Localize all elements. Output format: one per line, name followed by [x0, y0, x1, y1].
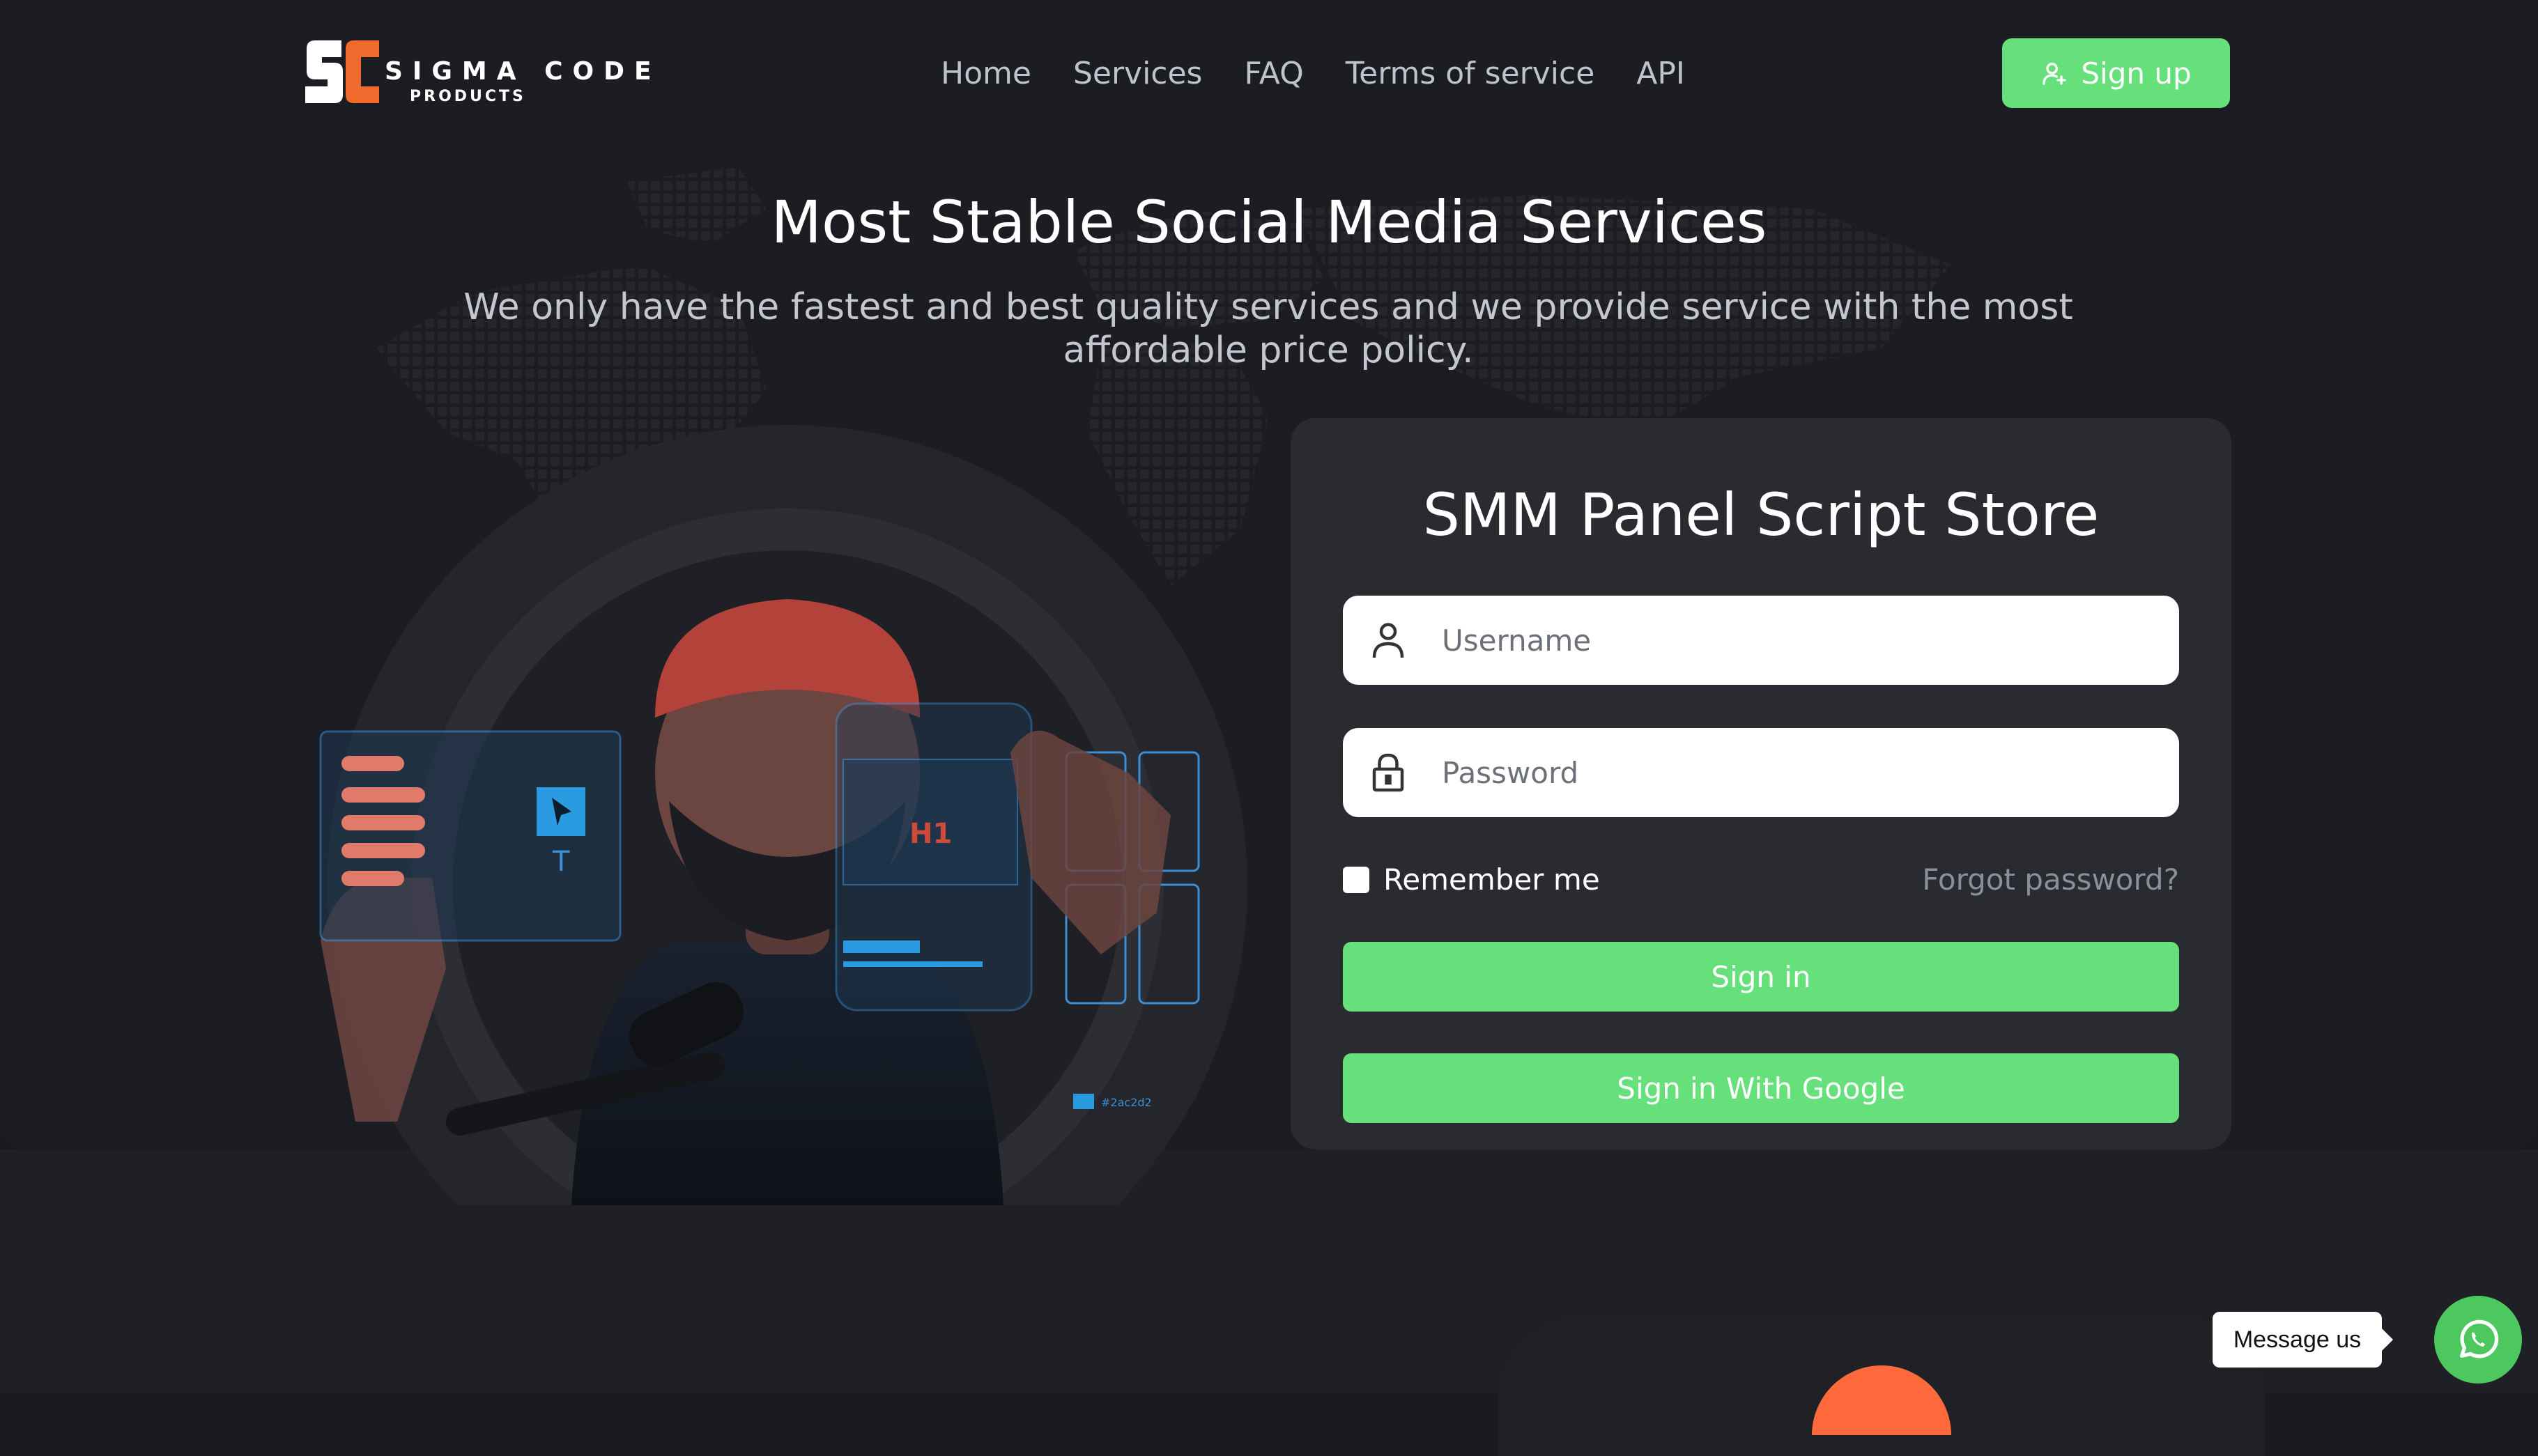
nav-services[interactable]: Services — [1073, 56, 1203, 91]
hero-title: Most Stable Social Media Services — [771, 188, 1767, 256]
remember-checkbox[interactable] — [1343, 866, 1369, 893]
user-icon — [1372, 623, 1404, 658]
logo-mark-icon — [305, 40, 379, 103]
whatsapp-icon — [2460, 1319, 2499, 1358]
login-card: SMM Panel Script Store Remember me Forgo… — [1291, 418, 2231, 1149]
message-us-label: Message us — [2233, 1326, 2362, 1353]
nav-api[interactable]: API — [1636, 56, 1685, 91]
nav-home[interactable]: Home — [941, 56, 1031, 91]
logo[interactable]: SIGMA CODE PRODUCTS — [300, 36, 652, 113]
main-nav: Home Services FAQ Terms of service API — [941, 49, 1685, 98]
site-header: SIGMA CODE PRODUCTS Home Services FAQ Te… — [0, 0, 2538, 146]
signup-button[interactable]: Sign up — [2002, 38, 2230, 108]
username-field[interactable] — [1343, 596, 2179, 685]
google-sign-in-button[interactable]: Sign in With Google — [1343, 1053, 2179, 1123]
sign-in-button[interactable]: Sign in — [1343, 942, 2179, 1012]
password-field[interactable] — [1343, 728, 2179, 817]
hero-illustration: T H1 #2ac2d2 — [319, 425, 1247, 1205]
password-input[interactable] — [1440, 754, 2140, 791]
lock-icon — [1372, 753, 1404, 792]
hex-label: #2ac2d2 — [1101, 1096, 1152, 1109]
username-input[interactable] — [1440, 622, 2140, 658]
login-title: SMM Panel Script Store — [1422, 481, 2100, 549]
remember-label: Remember me — [1383, 862, 1600, 897]
remember-me[interactable]: Remember me — [1343, 862, 1600, 897]
logo-name: SIGMA CODE — [385, 57, 661, 86]
user-plus-icon — [2043, 63, 2067, 85]
whatsapp-button[interactable] — [2434, 1296, 2522, 1384]
logo-subtitle: PRODUCTS — [410, 88, 526, 105]
signup-label: Sign up — [2081, 56, 2192, 91]
svg-text:T: T — [552, 846, 570, 878]
h1-label: H1 — [909, 818, 952, 850]
nav-terms[interactable]: Terms of service — [1346, 56, 1595, 91]
message-us-tooltip[interactable]: Message us — [2213, 1312, 2393, 1368]
hero-subtitle: We only have the fastest and best qualit… — [463, 286, 2073, 371]
forgot-password-link[interactable]: Forgot password? — [1922, 862, 2179, 897]
nav-faq[interactable]: FAQ — [1244, 56, 1303, 91]
